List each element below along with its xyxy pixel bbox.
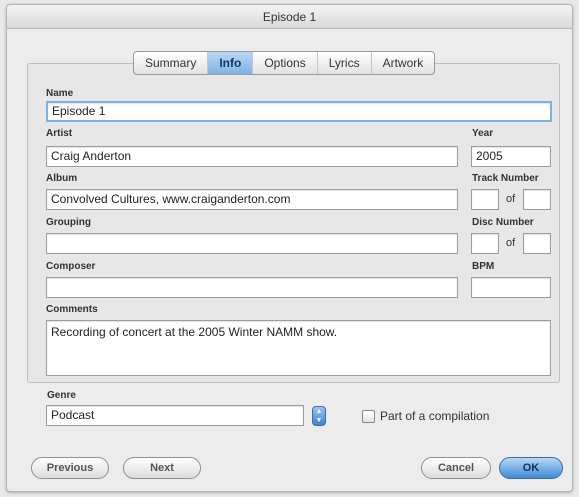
artist-field[interactable]: Craig Anderton xyxy=(46,146,458,167)
comments-label: Comments xyxy=(46,304,98,315)
track-number-label: Track Number xyxy=(472,173,539,184)
info-panel: Name Episode 1 Artist Craig Anderton Yea… xyxy=(27,63,560,383)
tab-bar: Summary Info Options Lyrics Artwork xyxy=(133,51,436,75)
album-field[interactable]: Convolved Cultures, www.craiganderton.co… xyxy=(46,189,458,210)
artist-label: Artist xyxy=(46,128,73,139)
disc-total-field[interactable] xyxy=(523,233,551,254)
compilation-label: Part of a compilation xyxy=(380,409,490,423)
year-field[interactable]: 2005 xyxy=(471,146,551,167)
bpm-label: BPM xyxy=(472,261,495,272)
tab-summary[interactable]: Summary xyxy=(134,52,209,74)
disc-number-label: Disc Number xyxy=(472,217,534,228)
compilation-checkbox[interactable] xyxy=(362,410,375,423)
previous-button[interactable]: Previous xyxy=(31,457,109,479)
next-button[interactable]: Next xyxy=(123,457,201,479)
track-number-field[interactable] xyxy=(471,189,499,210)
year-label: Year xyxy=(472,128,494,139)
composer-label: Composer xyxy=(46,261,96,272)
genre-select[interactable]: Podcast xyxy=(46,405,304,426)
name-label: Name xyxy=(46,88,74,99)
info-dialog: Episode 1 Summary Info Options Lyrics Ar… xyxy=(6,4,573,492)
disc-of-label: of xyxy=(506,237,516,249)
cancel-button[interactable]: Cancel xyxy=(421,457,491,479)
track-of-label: of xyxy=(506,193,516,205)
tab-lyrics[interactable]: Lyrics xyxy=(318,52,372,74)
bpm-field[interactable] xyxy=(471,277,551,298)
ok-button[interactable]: OK xyxy=(499,457,563,479)
disc-number-field[interactable] xyxy=(471,233,499,254)
tab-info[interactable]: Info xyxy=(208,52,254,74)
composer-field[interactable] xyxy=(46,277,458,298)
name-field[interactable]: Episode 1 xyxy=(46,101,552,122)
window-title: Episode 1 xyxy=(7,5,572,29)
album-label: Album xyxy=(46,173,78,184)
track-total-field[interactable] xyxy=(523,189,551,210)
tab-options[interactable]: Options xyxy=(253,52,318,74)
grouping-field[interactable] xyxy=(46,233,458,254)
tab-artwork[interactable]: Artwork xyxy=(372,52,435,74)
genre-dropdown-arrows-icon[interactable]: ▲ ▼ xyxy=(312,406,326,426)
grouping-label: Grouping xyxy=(46,217,91,228)
genre-label: Genre xyxy=(47,390,76,401)
comments-field[interactable]: Recording of concert at the 2005 Winter … xyxy=(46,320,551,376)
